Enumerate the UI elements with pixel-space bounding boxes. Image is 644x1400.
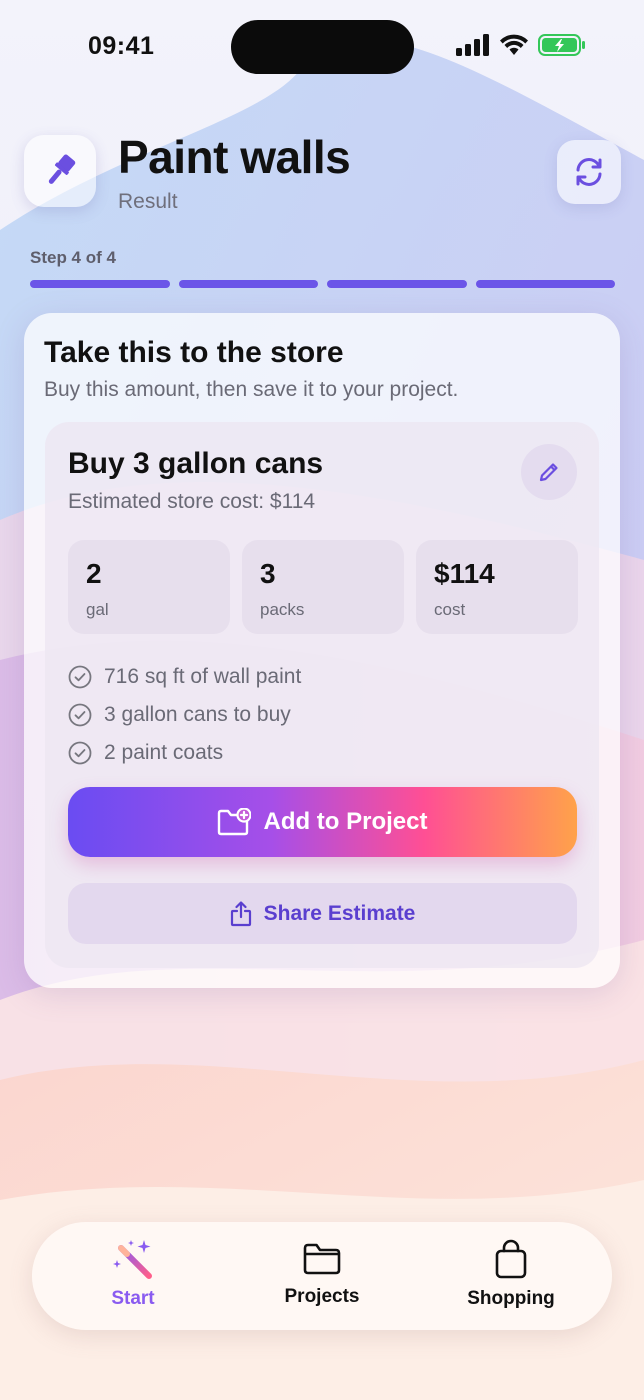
progress-segment	[30, 280, 170, 288]
status-time: 09:41	[88, 32, 155, 60]
checkmark-circle-icon	[68, 665, 92, 689]
checkmark-circle-icon	[68, 741, 92, 765]
tab-label: Shopping	[467, 1288, 555, 1309]
stats-row: 2 gal 3 packs $114 cost	[68, 540, 578, 634]
stat-tile: 2 gal	[68, 540, 230, 634]
refresh-icon	[576, 158, 602, 186]
tab-projects[interactable]: Projects	[247, 1238, 397, 1308]
checklist: 716 sq ft of wall paint 3 gallon cans to…	[68, 658, 301, 772]
estimated-cost: Estimated store cost: $114	[68, 490, 316, 513]
stat-unit: packs	[260, 600, 305, 619]
folder-icon	[303, 1243, 341, 1275]
shopping-bag-icon	[495, 1239, 527, 1279]
purchase-title: Buy 3 gallon cans	[68, 447, 324, 480]
step-label: Step 4 of 4	[30, 248, 116, 267]
battery-icon	[538, 34, 585, 56]
pencil-icon	[539, 463, 558, 482]
share-estimate-button[interactable]: Share Estimate	[68, 883, 577, 944]
stat-tile: $114 cost	[416, 540, 578, 634]
stat-tile: 3 packs	[242, 540, 404, 634]
stat-unit: gal	[86, 600, 109, 619]
checklist-text: 3 gallon cans to buy	[104, 703, 291, 726]
stat-value: 2	[86, 558, 102, 589]
tab-shopping[interactable]: Shopping	[436, 1238, 586, 1310]
add-to-project-button[interactable]: Add to Project	[68, 787, 577, 857]
dynamic-island	[231, 20, 414, 74]
checklist-item: 2 paint coats	[68, 734, 301, 772]
card-subtitle: Buy this amount, then save it to your pr…	[44, 378, 459, 401]
step-progress	[30, 280, 615, 288]
progress-segment	[327, 280, 467, 288]
app-icon	[24, 135, 96, 207]
checkmark-circle-icon	[68, 703, 92, 727]
folder-add-icon	[218, 808, 252, 836]
tab-label: Projects	[284, 1286, 360, 1307]
checklist-text: 2 paint coats	[104, 741, 224, 764]
page-subtitle: Result	[118, 190, 178, 213]
wifi-icon	[500, 34, 528, 55]
edit-button[interactable]	[521, 444, 577, 500]
progress-segment	[178, 280, 318, 288]
progress-segment	[475, 280, 615, 288]
add-to-project-label: Add to Project	[263, 808, 428, 835]
magic-wand-icon	[113, 1240, 152, 1279]
checklist-item: 3 gallon cans to buy	[68, 696, 301, 734]
page-title: Paint walls	[118, 131, 351, 183]
status-icons	[456, 34, 586, 56]
checklist-text: 716 sq ft of wall paint	[104, 665, 302, 688]
share-icon	[230, 900, 251, 926]
card-title: Take this to the store	[44, 336, 344, 369]
paint-brush-icon	[48, 154, 76, 184]
stat-value: 3	[260, 558, 276, 589]
stat-unit: cost	[434, 600, 466, 619]
tab-label: Start	[111, 1288, 155, 1309]
share-estimate-label: Share Estimate	[263, 901, 416, 925]
checklist-item: 716 sq ft of wall paint	[68, 658, 301, 696]
signal-icon	[456, 34, 489, 56]
refresh-button[interactable]	[557, 140, 621, 204]
tab-start[interactable]: Start	[58, 1238, 208, 1310]
stat-value: $114	[434, 558, 495, 589]
